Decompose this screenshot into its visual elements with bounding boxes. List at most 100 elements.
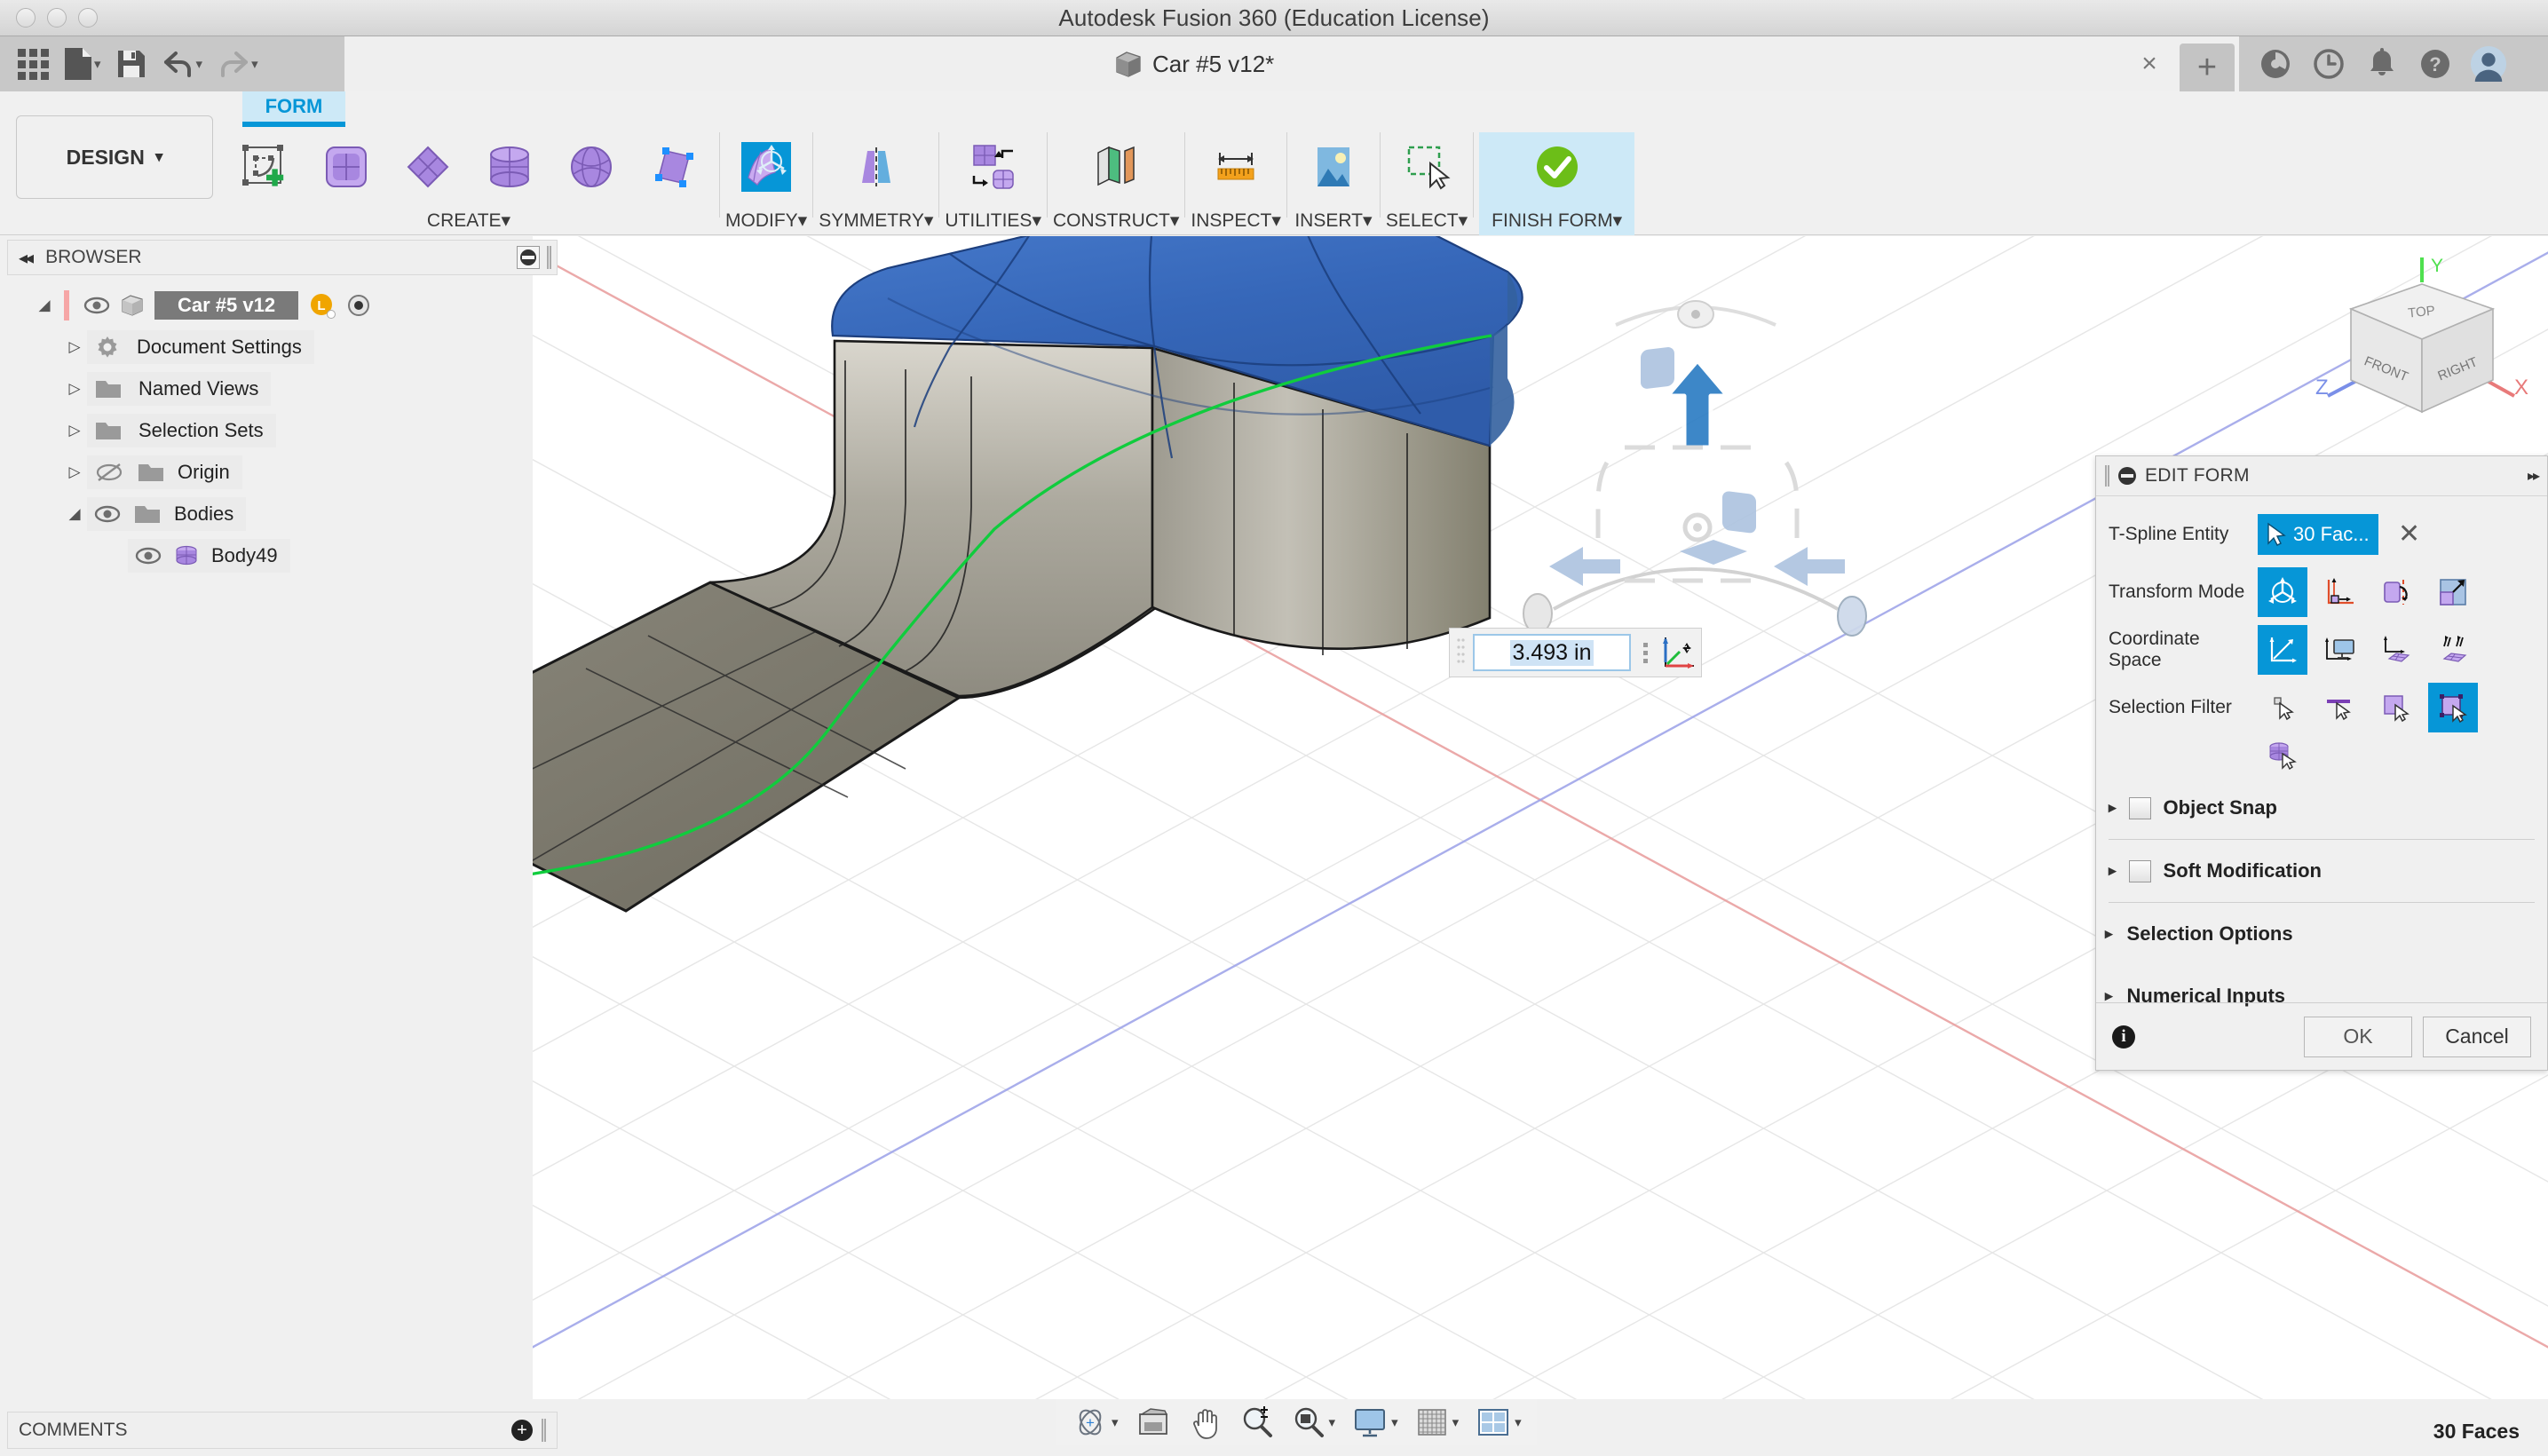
tree-node-selection-sets[interactable]: ▷ Selection Sets xyxy=(7,409,558,451)
inspect-measure-tool[interactable] xyxy=(1195,132,1277,202)
pan-tool-button[interactable] xyxy=(1182,1403,1230,1442)
expand-dialog-icon[interactable]: ▸▸ xyxy=(2528,467,2540,485)
filter-body-button[interactable] xyxy=(2258,732,2307,781)
create-cylinder-tool[interactable] xyxy=(469,132,550,202)
notifications-bell-icon[interactable] xyxy=(2363,45,2401,83)
close-tab-button[interactable]: × xyxy=(2122,36,2177,91)
clear-selection-icon[interactable]: ✕ xyxy=(2398,518,2420,550)
tree-node-body49[interactable]: Body49 xyxy=(7,534,558,576)
eye-hidden-icon[interactable] xyxy=(94,462,124,483)
view-cube[interactable]: Y Z X TOP FRONT RIGHT xyxy=(2308,254,2539,436)
dimension-input-overlay[interactable]: 3.493 in xyxy=(1449,628,1702,677)
tree-node-document-settings[interactable]: ▷ Document Settings xyxy=(7,326,558,368)
ribbon-group-label-construct[interactable]: CONSTRUCT▾ xyxy=(1053,210,1179,235)
create-plane-tool[interactable] xyxy=(387,132,469,202)
document-tab[interactable]: Car #5 v12* xyxy=(1101,36,1289,91)
filter-vertex-button[interactable] xyxy=(2258,683,2307,732)
filter-edge-button[interactable] xyxy=(2315,683,2364,732)
soft-modification-checkbox[interactable] xyxy=(2128,859,2151,882)
section-soft-modification[interactable]: ▸ Soft Modification xyxy=(2096,840,2547,902)
look-at-tool-button[interactable] xyxy=(1128,1403,1178,1442)
create-edit-form-tool[interactable] xyxy=(224,132,305,202)
tspline-entity-selection-chip[interactable]: 30 Fac... xyxy=(2258,513,2378,555)
transform-mode-all-button[interactable] xyxy=(2258,566,2307,617)
tab-form[interactable]: FORM xyxy=(242,91,345,127)
workspace-switcher-button[interactable]: DESIGN ▾ xyxy=(16,115,213,199)
drag-handle-icon[interactable] xyxy=(1455,635,1468,670)
transform-mode-translate-button[interactable] xyxy=(2315,567,2364,617)
tree-node-named-views[interactable]: ▷ Named Views xyxy=(7,368,558,409)
chevron-down-icon[interactable]: ▾ xyxy=(1515,1414,1522,1430)
finish-form-tool[interactable] xyxy=(1516,132,1598,202)
expand-triangle-icon[interactable]: ▸ xyxy=(2105,925,2113,943)
minimize-dialog-icon[interactable] xyxy=(2118,467,2136,485)
transform-mode-rotate-button[interactable] xyxy=(2371,567,2421,617)
coord-space-view-button[interactable] xyxy=(2315,625,2364,675)
tree-node-origin[interactable]: ▷ Origin xyxy=(7,451,558,493)
ribbon-group-label-finish-form[interactable]: FINISH FORM▾ xyxy=(1492,210,1622,235)
ribbon-group-label-select[interactable]: SELECT▾ xyxy=(1386,210,1468,235)
browser-options-button[interactable] xyxy=(517,246,540,269)
edit-form-header[interactable]: EDIT FORM ▸▸ xyxy=(2096,456,2547,496)
lock-badge-icon[interactable]: L xyxy=(309,292,336,319)
transform-mode-scale-button[interactable] xyxy=(2428,567,2478,617)
job-status-clock-icon[interactable] xyxy=(2310,45,2347,83)
ribbon-group-label-modify[interactable]: MODIFY▾ xyxy=(725,210,807,235)
help-question-icon[interactable]: ? xyxy=(2417,45,2454,83)
utilities-convert-tool[interactable] xyxy=(953,132,1034,202)
construct-offset-plane-tool[interactable] xyxy=(1075,132,1157,202)
symmetry-mirror-tool[interactable] xyxy=(835,132,917,202)
select-tool[interactable] xyxy=(1386,132,1468,202)
comments-panel-header[interactable]: COMMENTS + xyxy=(7,1412,558,1449)
insert-canvas-tool[interactable] xyxy=(1293,132,1374,202)
viewports-button[interactable]: ▾ xyxy=(1468,1403,1528,1442)
edit-form-dialog[interactable]: EDIT FORM ▸▸ T-Spline Entity 30 Fac... ✕… xyxy=(2095,455,2548,1071)
eye-visible-icon[interactable] xyxy=(94,504,121,524)
collapse-browser-icon[interactable]: ◂◂ xyxy=(19,247,34,269)
ribbon-group-label-inspect[interactable]: INSPECT▾ xyxy=(1191,210,1281,235)
expand-arrow-icon[interactable]: ◢ xyxy=(62,505,87,523)
app-grid-button[interactable] xyxy=(12,42,54,86)
ribbon-group-label-symmetry[interactable]: SYMMETRY▾ xyxy=(819,210,933,235)
transform-gizmo[interactable] xyxy=(1523,300,1867,637)
expand-arrow-icon[interactable]: ▷ xyxy=(62,380,87,398)
redo-button[interactable]: ▾ xyxy=(211,42,264,86)
coord-space-local-button[interactable] xyxy=(2371,625,2421,675)
expand-arrow-icon[interactable]: ◢ xyxy=(32,297,57,314)
chevron-down-icon[interactable]: ▾ xyxy=(1452,1414,1460,1430)
orbit-tool-button[interactable]: + ▾ xyxy=(1065,1403,1125,1442)
chevron-down-icon[interactable]: ▾ xyxy=(1112,1414,1119,1430)
chevron-down-icon[interactable]: ▾ xyxy=(1329,1414,1336,1430)
eye-visible-icon[interactable] xyxy=(83,296,110,315)
dialog-drag-grip[interactable] xyxy=(2105,465,2109,487)
activate-radio-icon[interactable] xyxy=(346,293,371,318)
expand-arrow-icon[interactable]: ▷ xyxy=(62,463,87,481)
cancel-button[interactable]: Cancel xyxy=(2423,1016,2531,1057)
display-settings-button[interactable]: ▾ xyxy=(1345,1403,1405,1442)
filter-face-group-button[interactable] xyxy=(2428,682,2478,732)
chevron-down-icon[interactable]: ▾ xyxy=(1391,1414,1398,1430)
dimension-value-input[interactable]: 3.493 in xyxy=(1473,634,1631,671)
ribbon-group-label-insert[interactable]: INSERT▾ xyxy=(1294,210,1372,235)
new-file-button[interactable]: ▾ xyxy=(58,42,107,86)
filter-face-button[interactable] xyxy=(2371,683,2421,732)
eye-visible-icon[interactable] xyxy=(135,546,162,566)
undo-button[interactable]: ▾ xyxy=(156,42,209,86)
create-box-tool[interactable] xyxy=(305,132,387,202)
user-avatar[interactable] xyxy=(2470,45,2507,83)
comments-resize-grip[interactable] xyxy=(542,1419,546,1442)
create-sphere-tool[interactable] xyxy=(550,132,632,202)
tspline-body-model[interactable] xyxy=(533,236,1867,913)
coord-space-normal-button[interactable] xyxy=(2428,625,2478,675)
section-object-snap[interactable]: ▸ Object Snap xyxy=(2096,777,2547,839)
more-options-icon[interactable] xyxy=(1636,642,1655,663)
extension-icon[interactable] xyxy=(2257,45,2294,83)
fit-tool-button[interactable]: ▾ xyxy=(1285,1403,1342,1442)
ribbon-group-label-create[interactable]: CREATE▾ xyxy=(427,210,510,235)
ok-button[interactable]: OK xyxy=(2304,1016,2412,1057)
expand-arrow-icon[interactable]: ▷ xyxy=(62,338,87,356)
coord-space-world-button[interactable] xyxy=(2258,624,2307,675)
grid-snaps-button[interactable]: ▾ xyxy=(1408,1403,1466,1442)
new-tab-button[interactable]: + xyxy=(2180,44,2235,91)
info-icon[interactable]: i xyxy=(2112,1025,2135,1048)
